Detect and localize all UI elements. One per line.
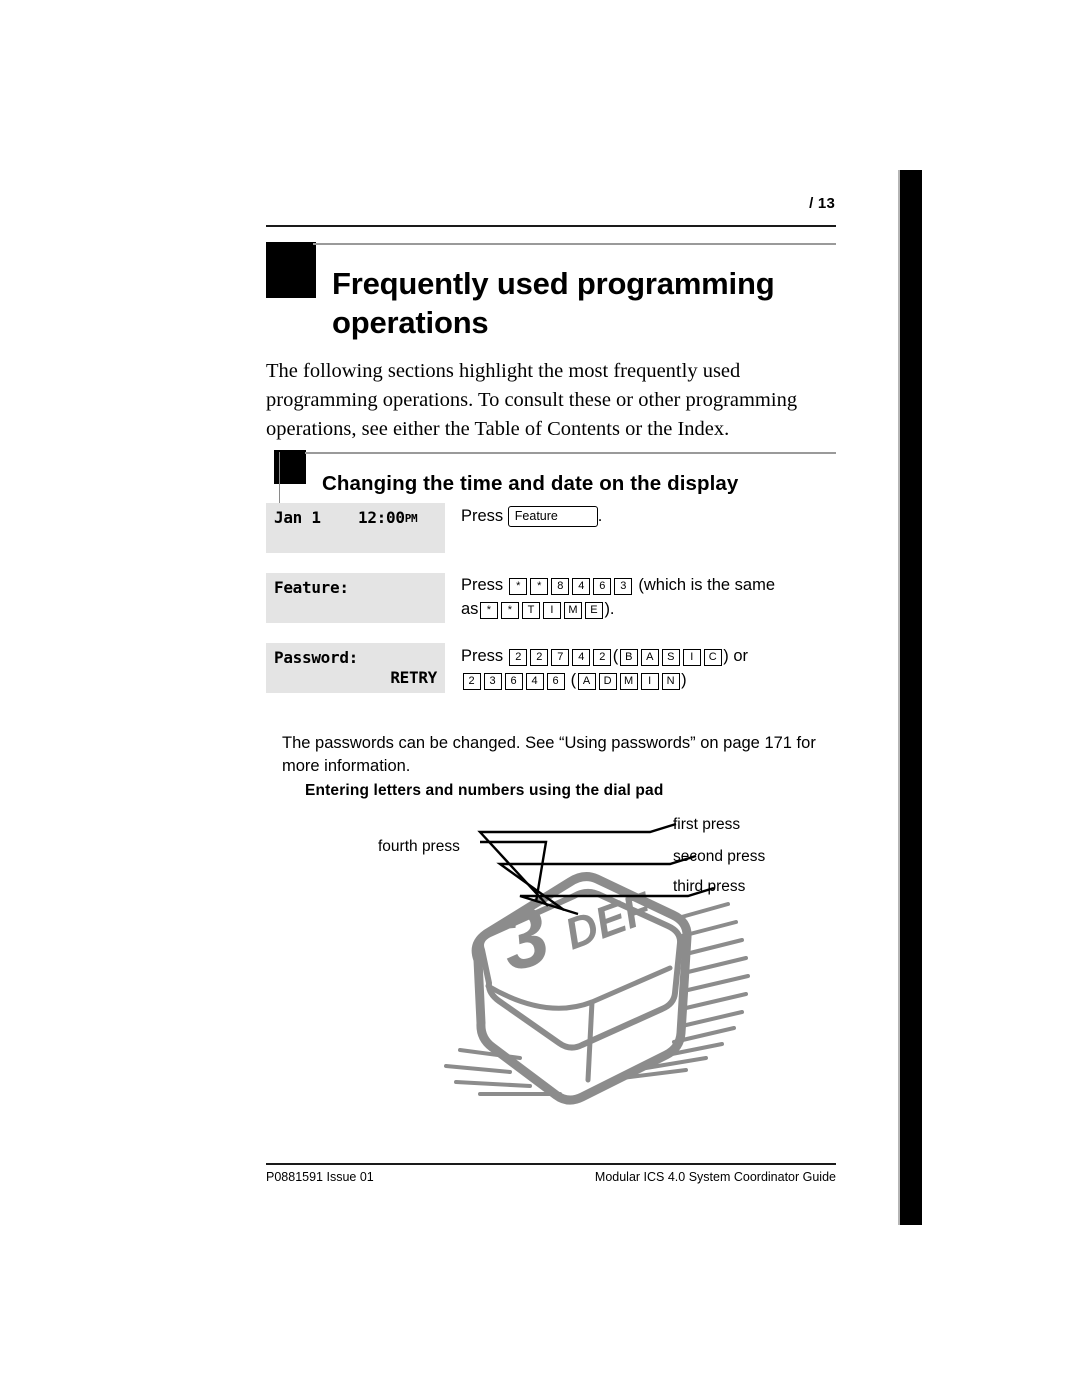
key-2[interactable]: 2 — [509, 649, 528, 666]
key-n[interactable]: N — [661, 672, 680, 690]
key-star[interactable]: * — [500, 601, 519, 619]
key-s[interactable]: S — [661, 649, 680, 666]
key-i[interactable]: I — [640, 672, 659, 690]
key-4[interactable]: 4 — [572, 649, 591, 666]
press-word-2: Press — [461, 576, 504, 594]
key-2[interactable]: 2 — [593, 649, 612, 666]
as-word: as — [461, 599, 479, 618]
step-1-instruction: Press Feature. — [461, 505, 602, 529]
document-page: / 13 Frequently used programming operati… — [0, 0, 1080, 1397]
key-c[interactable]: C — [703, 649, 722, 666]
chapter-rule — [313, 243, 836, 245]
dialpad-figure: 3 DEF first press second press third pre… — [360, 800, 840, 1140]
or-word: or — [733, 647, 749, 665]
key-3[interactable]: 3 — [483, 672, 502, 690]
key-2[interactable]: 2 — [530, 649, 549, 666]
key-8[interactable]: 8 — [551, 578, 570, 595]
page-title: Frequently used programming operations — [332, 265, 775, 341]
header-rule — [266, 225, 836, 227]
press-word-1: Press — [461, 507, 504, 525]
page-edge-bar — [898, 170, 922, 1225]
key-b[interactable]: B — [619, 649, 638, 666]
key-star[interactable]: * — [509, 578, 528, 595]
lcd-line-2: RETRY — [390, 668, 437, 687]
footer-rule — [266, 1163, 836, 1165]
key-d[interactable]: D — [598, 672, 617, 690]
lcd-display-3: Password: RETRY — [266, 643, 445, 693]
lcd-date: Jan 1 — [274, 508, 321, 527]
key-m[interactable]: M — [619, 672, 638, 690]
key-7[interactable]: 7 — [551, 649, 570, 666]
key-6[interactable]: 6 — [593, 578, 612, 595]
lcd-line-1: Jan 1 12:00PM — [274, 508, 437, 528]
key-star[interactable]: * — [530, 578, 549, 595]
section-marker-tick — [279, 452, 280, 504]
paren-open-1: ( — [612, 647, 619, 665]
key-2[interactable]: 2 — [462, 672, 481, 690]
section-title: Changing the time and date on the displa… — [322, 472, 739, 495]
lcd-line-2 — [274, 528, 437, 548]
feature-key-button[interactable]: Feature — [507, 506, 598, 527]
key-e[interactable]: E — [584, 601, 603, 619]
lcd-line-1: Password: — [274, 648, 358, 667]
password-note: The passwords can be changed. See “Using… — [282, 733, 816, 775]
step-1-period: . — [597, 507, 603, 525]
label-third-press: third press — [673, 878, 746, 895]
footer-left-text: P0881591 Issue 01 — [266, 1170, 374, 1184]
paren-close-2: ) — [681, 670, 687, 689]
lcd-display-1: Jan 1 12:00PM — [266, 503, 445, 553]
key-m[interactable]: M — [563, 601, 582, 619]
footer-right-text: Modular ICS 4.0 System Coordinator Guide — [594, 1170, 836, 1184]
lcd-display-2: Feature: — [266, 573, 445, 623]
key-4[interactable]: 4 — [572, 578, 591, 595]
key-6[interactable]: 6 — [546, 672, 565, 690]
figure-title: Entering letters and numbers using the d… — [305, 782, 664, 799]
key-a[interactable]: A — [640, 649, 659, 666]
lcd-time: 12:00 — [358, 508, 405, 527]
section-rule — [305, 452, 836, 454]
step-2-close: ). — [604, 599, 615, 618]
key-4[interactable]: 4 — [525, 672, 544, 690]
key-i[interactable]: I — [542, 601, 561, 619]
lcd-line-1: Feature: — [274, 578, 349, 597]
paren-close-1: ) — [723, 647, 729, 665]
intro-paragraph: The following sections highlight the mos… — [266, 359, 798, 440]
label-second-press: second press — [673, 848, 766, 865]
key-a[interactable]: A — [577, 672, 596, 690]
key-6[interactable]: 6 — [504, 672, 523, 690]
key-star[interactable]: * — [479, 601, 498, 619]
label-fourth-press: fourth press — [378, 838, 460, 855]
step-2-note: (which is the same — [638, 576, 776, 594]
chapter-marker-square — [266, 242, 316, 298]
step-3-instruction: Press 2 2 7 4 2(B A S I C) or 23646 (A D M I N) — [461, 645, 861, 693]
paren-open-2: ( — [570, 670, 577, 689]
page-number: / 13 — [809, 195, 835, 212]
step-2-instruction: Press * * 8 4 6 3 (which is the same as * * T I M E… — [461, 574, 856, 622]
lcd-line-2 — [274, 598, 437, 618]
press-word-3: Press — [461, 647, 504, 665]
key-t[interactable]: T — [521, 601, 540, 619]
key-3[interactable]: 3 — [614, 578, 633, 595]
label-first-press: first press — [673, 816, 741, 833]
lcd-meridiem: PM — [404, 512, 418, 525]
key-i[interactable]: I — [682, 649, 701, 666]
